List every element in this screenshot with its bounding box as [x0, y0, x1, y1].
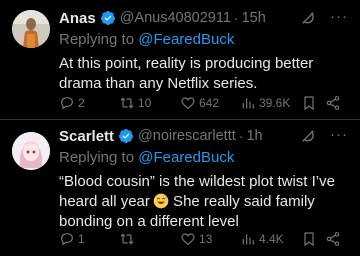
display-name[interactable]: Scarlett: [59, 128, 114, 145]
grok-icon[interactable]: [300, 128, 316, 144]
retweet-icon: [120, 97, 134, 109]
share-icon: [326, 232, 340, 246]
retweet-count: 10: [138, 96, 152, 110]
separator-dot: ·: [233, 10, 239, 26]
action-bar: 1 13 4.4K: [59, 230, 350, 248]
tweet-text: “Blood cousin” is the wildest plot twist…: [59, 172, 350, 232]
like-button[interactable]: 642: [180, 94, 219, 112]
replying-to: Replying to @FearedBuck: [59, 30, 350, 50]
reply-to-handle[interactable]: @FearedBuck: [138, 31, 234, 48]
like-count: 642: [199, 96, 220, 110]
views-icon: [242, 234, 254, 245]
replying-to-label: Replying to: [59, 31, 135, 48]
reply-to-handle[interactable]: @FearedBuck: [138, 149, 234, 166]
like-button[interactable]: 13: [180, 230, 212, 248]
display-name[interactable]: Anas: [59, 10, 96, 27]
views-count: 4.4K: [259, 232, 284, 246]
grok-icon[interactable]: [300, 10, 316, 26]
share-button[interactable]: [325, 230, 341, 248]
user-handle[interactable]: @noirescarlettt: [138, 128, 236, 144]
verified-badge-icon: [100, 11, 115, 25]
replying-to: Replying to @FearedBuck: [59, 148, 350, 168]
timestamp[interactable]: 15h: [242, 10, 266, 26]
share-button[interactable]: [325, 94, 341, 112]
views-count: 39.6K: [259, 96, 291, 110]
reply-button[interactable]: 1: [59, 230, 85, 248]
avatar[interactable]: [12, 132, 50, 170]
user-handle[interactable]: @Anus40802911: [120, 10, 231, 26]
tweet-text: At this point, reality is producing bett…: [59, 55, 314, 92]
more-options-icon[interactable]: ···: [330, 8, 348, 25]
retweet-button[interactable]: 10: [119, 94, 151, 112]
reply-count: 2: [78, 96, 85, 110]
reply-icon: [61, 97, 73, 110]
replying-to-label: Replying to: [59, 149, 135, 166]
tweet-1[interactable]: Anas @Anus40802911 · 15h ··· Replying to…: [0, 0, 360, 120]
sweat-smile-emoji-icon: [153, 193, 169, 209]
like-icon: [181, 233, 195, 246]
action-bar: 2 10 642 39.6K: [59, 94, 350, 112]
share-icon: [326, 96, 340, 110]
more-options-icon[interactable]: ···: [330, 126, 348, 143]
retweet-icon: [120, 233, 134, 245]
reply-count: 1: [78, 232, 85, 246]
reply-icon: [61, 233, 73, 246]
bookmark-icon: [304, 232, 314, 247]
bookmark-icon: [304, 96, 314, 111]
verified-badge-icon: [119, 129, 134, 143]
views-button[interactable]: 4.4K: [240, 230, 284, 248]
timestamp[interactable]: 1h: [246, 128, 262, 144]
bookmark-button[interactable]: [301, 94, 317, 112]
tweet-2[interactable]: Scarlett @noirescarlettt · 1h ··· Replyi…: [0, 120, 360, 256]
like-count: 13: [199, 232, 213, 246]
views-icon: [242, 98, 254, 109]
retweet-button[interactable]: [119, 230, 138, 248]
bookmark-button[interactable]: [301, 230, 317, 248]
like-icon: [181, 97, 195, 110]
views-button[interactable]: 39.6K: [240, 94, 290, 112]
avatar[interactable]: [12, 10, 50, 48]
separator-dot: ·: [238, 128, 244, 144]
reply-button[interactable]: 2: [59, 94, 85, 112]
